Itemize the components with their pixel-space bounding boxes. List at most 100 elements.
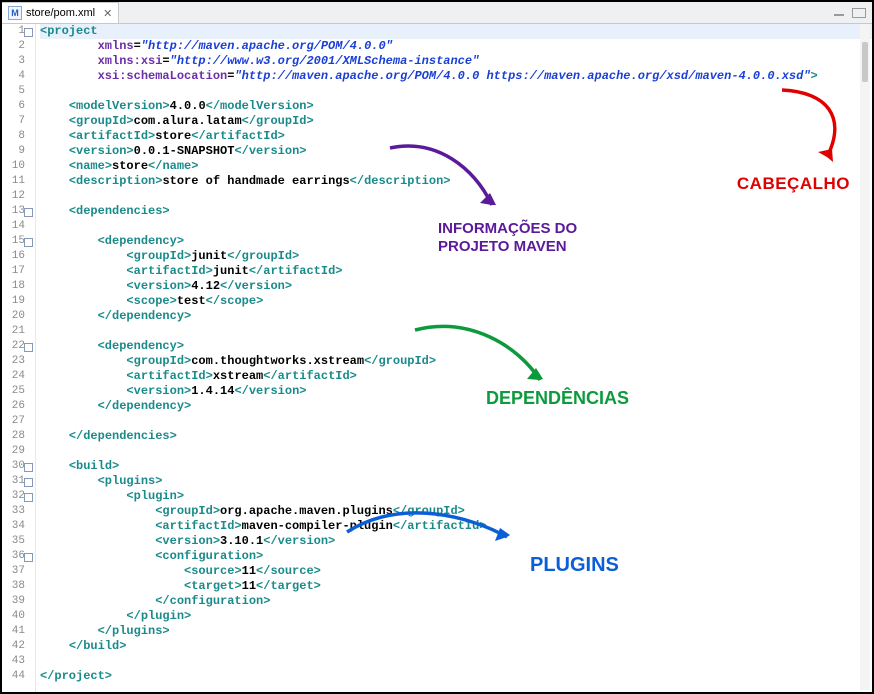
line-number: 20 [2, 309, 33, 324]
code-line[interactable] [40, 189, 872, 204]
line-number: 22 [2, 339, 33, 354]
code-line[interactable]: <version>3.10.1</version> [40, 534, 872, 549]
code-line[interactable]: <artifactId>xstream</artifactId> [40, 369, 872, 384]
code-content[interactable]: <project xmlns="http://maven.apache.org/… [36, 24, 872, 692]
line-number: 35 [2, 534, 33, 549]
line-number: 8 [2, 129, 33, 144]
line-number: 33 [2, 504, 33, 519]
line-number: 10 [2, 159, 33, 174]
code-line[interactable]: <name>store</name> [40, 159, 872, 174]
line-number: 26 [2, 399, 33, 414]
line-number: 25 [2, 384, 33, 399]
vertical-scrollbar[interactable] [860, 24, 870, 690]
line-number: 13 [2, 204, 33, 219]
code-line[interactable]: </dependencies> [40, 429, 872, 444]
code-line[interactable]: xsi:schemaLocation="http://maven.apache.… [40, 69, 872, 84]
line-number: 27 [2, 414, 33, 429]
code-line[interactable]: </build> [40, 639, 872, 654]
line-number: 19 [2, 294, 33, 309]
minimize-icon[interactable] [834, 10, 844, 16]
code-line[interactable]: </configuration> [40, 594, 872, 609]
code-line[interactable]: <version>0.0.1-SNAPSHOT</version> [40, 144, 872, 159]
line-number: 28 [2, 429, 33, 444]
code-line[interactable]: </plugin> [40, 609, 872, 624]
line-number: 11 [2, 174, 33, 189]
code-line[interactable]: <project [40, 24, 872, 39]
line-number: 41 [2, 624, 33, 639]
code-line[interactable]: <description>store of handmade earrings<… [40, 174, 872, 189]
code-line[interactable]: <version>1.4.14</version> [40, 384, 872, 399]
code-line[interactable]: xmlns="http://maven.apache.org/POM/4.0.0… [40, 39, 872, 54]
line-number: 30 [2, 459, 33, 474]
code-line[interactable]: <source>11</source> [40, 564, 872, 579]
code-line[interactable]: <groupId>junit</groupId> [40, 249, 872, 264]
code-line[interactable]: <groupId>com.alura.latam</groupId> [40, 114, 872, 129]
scroll-thumb[interactable] [862, 42, 868, 82]
code-line[interactable]: </plugins> [40, 624, 872, 639]
line-number: 21 [2, 324, 33, 339]
code-line[interactable]: <dependencies> [40, 204, 872, 219]
line-number: 36 [2, 549, 33, 564]
line-number: 44 [2, 669, 33, 684]
line-number: 2 [2, 39, 33, 54]
code-line[interactable]: <plugins> [40, 474, 872, 489]
code-line[interactable]: <plugin> [40, 489, 872, 504]
code-line[interactable]: <groupId>org.apache.maven.plugins</group… [40, 504, 872, 519]
code-line[interactable]: <artifactId>store</artifactId> [40, 129, 872, 144]
line-number: 6 [2, 99, 33, 114]
code-line[interactable]: <artifactId>junit</artifactId> [40, 264, 872, 279]
line-number: 1 [2, 24, 33, 39]
tab-title: store/pom.xml [26, 7, 95, 19]
code-line[interactable] [40, 324, 872, 339]
code-line[interactable]: <version>4.12</version> [40, 279, 872, 294]
line-number: 14 [2, 219, 33, 234]
line-number: 40 [2, 609, 33, 624]
code-line[interactable]: <groupId>com.thoughtworks.xstream</group… [40, 354, 872, 369]
code-line[interactable]: <dependency> [40, 234, 872, 249]
line-number: 9 [2, 144, 33, 159]
code-line[interactable]: <target>11</target> [40, 579, 872, 594]
line-number: 18 [2, 279, 33, 294]
code-line[interactable] [40, 654, 872, 669]
line-number: 31 [2, 474, 33, 489]
tab-bar-right [828, 2, 872, 23]
line-number: 38 [2, 579, 33, 594]
line-number: 5 [2, 84, 33, 99]
line-number: 32 [2, 489, 33, 504]
tab-bar: M store/pom.xml ✕ [2, 2, 872, 24]
file-icon: M [8, 6, 22, 20]
maximize-icon[interactable] [852, 8, 866, 18]
line-number: 12 [2, 189, 33, 204]
line-number: 17 [2, 264, 33, 279]
line-number: 42 [2, 639, 33, 654]
code-line[interactable] [40, 219, 872, 234]
code-line[interactable]: <build> [40, 459, 872, 474]
code-line[interactable]: xmlns:xsi="http://www.w3.org/2001/XMLSch… [40, 54, 872, 69]
code-line[interactable]: <dependency> [40, 339, 872, 354]
code-line[interactable]: </dependency> [40, 309, 872, 324]
code-line[interactable]: <scope>test</scope> [40, 294, 872, 309]
code-line[interactable] [40, 414, 872, 429]
line-number: 37 [2, 564, 33, 579]
code-line[interactable]: </dependency> [40, 399, 872, 414]
line-number: 23 [2, 354, 33, 369]
line-number: 43 [2, 654, 33, 669]
line-number: 24 [2, 369, 33, 384]
line-number: 16 [2, 249, 33, 264]
line-number: 39 [2, 594, 33, 609]
line-number: 4 [2, 69, 33, 84]
code-line[interactable]: </project> [40, 669, 872, 684]
code-line[interactable]: <configuration> [40, 549, 872, 564]
code-line[interactable]: <modelVersion>4.0.0</modelVersion> [40, 99, 872, 114]
code-line[interactable] [40, 444, 872, 459]
editor-area: 1234567891011121314151617181920212223242… [2, 24, 872, 692]
line-number-gutter: 1234567891011121314151617181920212223242… [2, 24, 36, 692]
line-number: 29 [2, 444, 33, 459]
line-number: 15 [2, 234, 33, 249]
editor-tab[interactable]: M store/pom.xml ✕ [2, 2, 119, 23]
line-number: 3 [2, 54, 33, 69]
code-line[interactable] [40, 84, 872, 99]
code-line[interactable]: <artifactId>maven-compiler-plugin</artif… [40, 519, 872, 534]
line-number: 34 [2, 519, 33, 534]
close-icon[interactable]: ✕ [103, 7, 112, 20]
